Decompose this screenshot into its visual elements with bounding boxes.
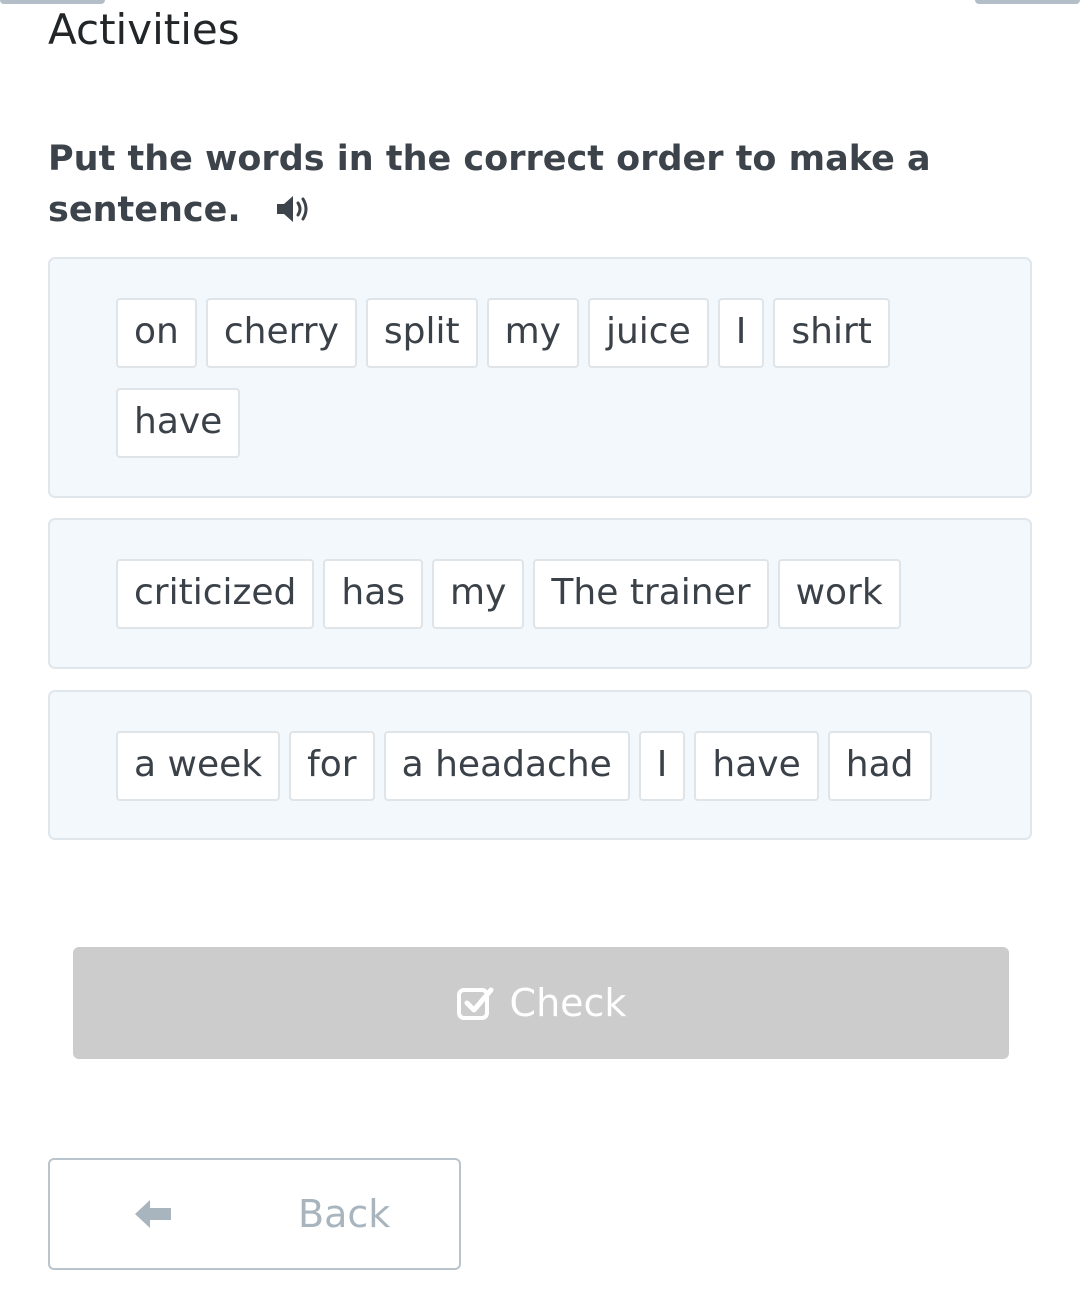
word-tile[interactable]: criticized [116, 559, 315, 629]
word-tile[interactable]: my [486, 298, 579, 368]
activity-page: Activities Put the words in the correct … [0, 0, 1080, 1315]
word-list: on cherry split my juice I shirt have [116, 298, 996, 458]
word-tile[interactable]: work [777, 559, 901, 629]
sentence-box-2[interactable]: criticized has my The trainer work [48, 518, 1032, 669]
word-tile[interactable]: cherry [205, 298, 357, 368]
instruction-text: Put the words in the correct order to ma… [48, 139, 931, 230]
back-button[interactable]: Back [48, 1158, 461, 1270]
word-tile[interactable]: a headache [383, 731, 630, 801]
sentence-box-3[interactable]: a week for a headache I have had [48, 690, 1032, 840]
word-tile[interactable]: split [365, 298, 478, 368]
back-label: Back [298, 1192, 391, 1236]
instruction: Put the words in the correct order to ma… [48, 134, 948, 236]
sentence-box-1[interactable]: on cherry split my juice I shirt have [48, 257, 1032, 498]
word-tile[interactable]: my [432, 559, 525, 629]
checkbox-icon [456, 987, 494, 1020]
word-tile[interactable]: shirt [773, 298, 890, 368]
word-tile[interactable]: have [116, 388, 241, 458]
check-button[interactable]: Check [73, 947, 1009, 1059]
word-tile[interactable]: I [638, 731, 686, 801]
word-tile[interactable]: a week [116, 731, 281, 801]
check-label: Check [509, 981, 627, 1025]
arrow-left-icon [135, 1200, 171, 1228]
word-tile[interactable]: has [323, 559, 424, 629]
page-title: Activities [48, 5, 240, 54]
word-tile[interactable]: have [694, 731, 819, 801]
word-list: a week for a headache I have had [116, 731, 996, 801]
word-list: criticized has my The trainer work [116, 559, 996, 629]
word-tile[interactable]: had [827, 731, 932, 801]
speaker-icon[interactable] [275, 190, 313, 224]
word-tile[interactable]: juice [587, 298, 709, 368]
word-tile[interactable]: The trainer [533, 559, 769, 629]
word-tile[interactable]: I [717, 298, 765, 368]
word-tile[interactable]: on [116, 298, 197, 368]
word-tile[interactable]: for [289, 731, 375, 801]
top-tab-right[interactable] [975, 0, 1080, 4]
